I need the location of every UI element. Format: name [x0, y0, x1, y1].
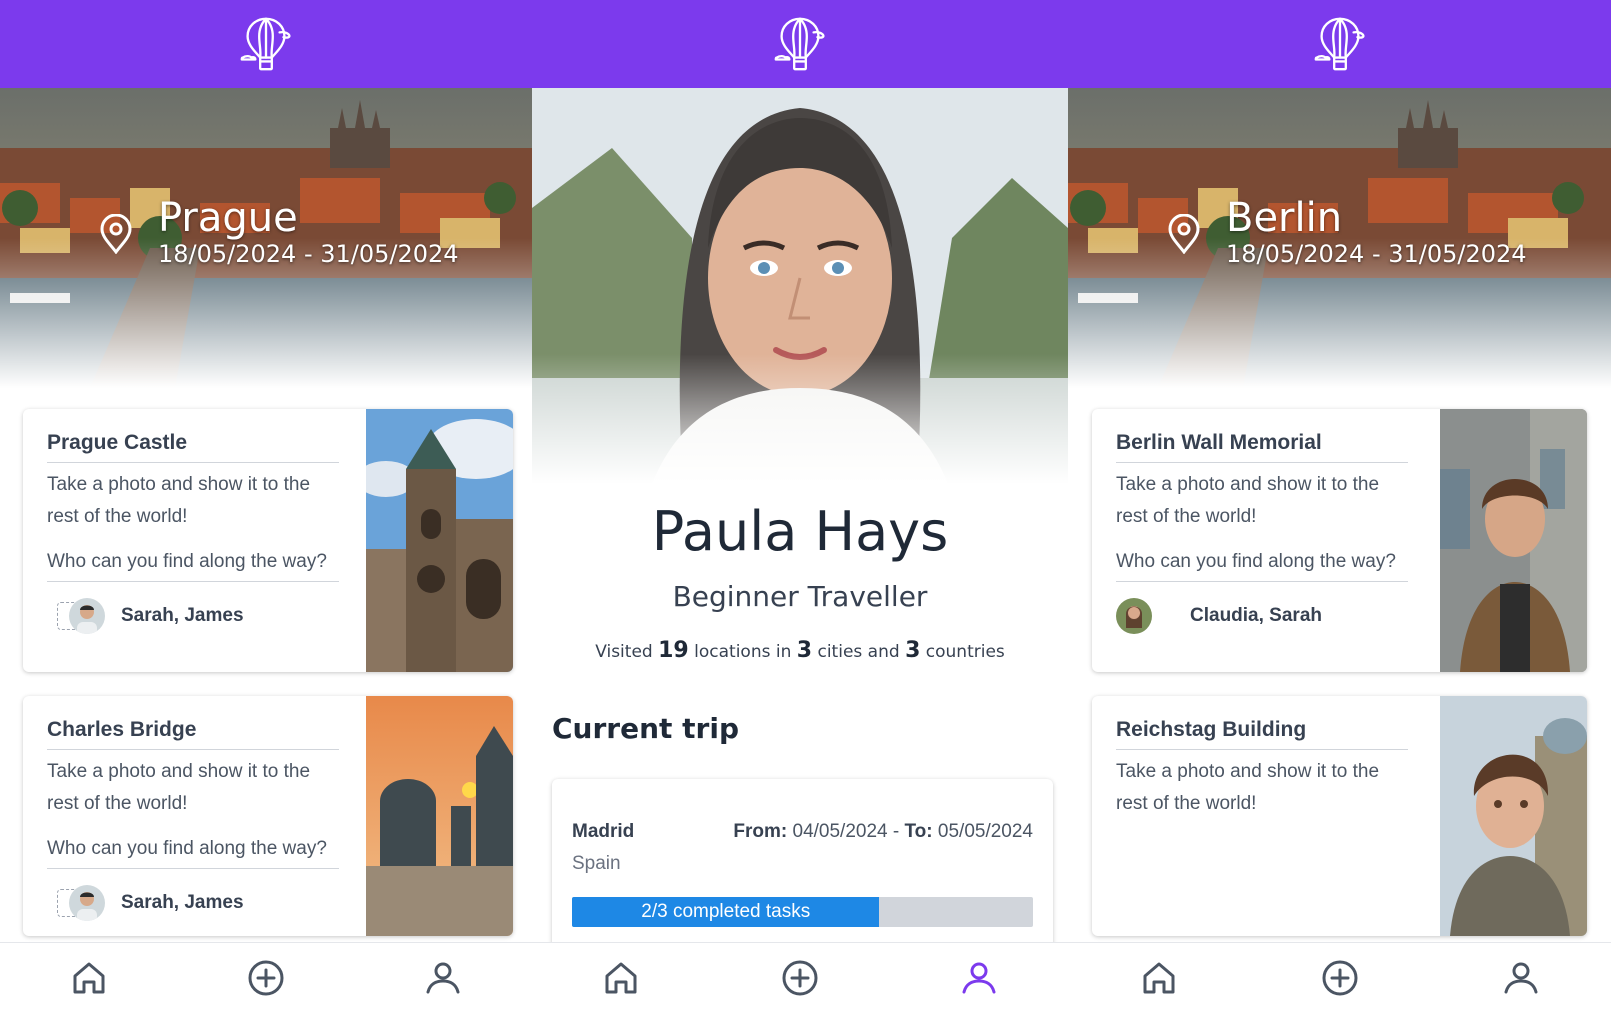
- activity-question: Who can you find along the way?: [1116, 551, 1408, 582]
- profile-icon: [1504, 962, 1537, 993]
- profile-name: Paula Hays: [651, 500, 949, 563]
- activity-title: Charles Bridge: [47, 718, 339, 750]
- home-icon: [1143, 962, 1174, 993]
- app-header: [532, 0, 1068, 88]
- avatar: [1116, 598, 1152, 634]
- stats-cities: 3: [796, 638, 813, 663]
- activity-card[interactable]: Charles Bridge Take a photo and show it …: [23, 696, 513, 936]
- to-label: To:: [904, 821, 933, 842]
- participants: Claudia, Sarah: [1116, 598, 1408, 634]
- cathedral-photo-icon: [366, 409, 513, 672]
- activity-card[interactable]: Berlin Wall Memorial Take a photo and sh…: [1092, 409, 1587, 672]
- activity-description: Take a photo and show it to the rest of …: [1116, 761, 1380, 814]
- nav-add-button[interactable]: [1318, 956, 1362, 1000]
- profile-stats: Visited 19 locations in 3 cities and 3 c…: [532, 638, 1068, 663]
- activity-photo: [366, 409, 513, 672]
- participants: Sarah, James: [47, 598, 339, 634]
- profile-icon: [962, 962, 996, 993]
- participant-names: Claudia, Sarah: [1190, 605, 1322, 626]
- date-separator: -: [892, 821, 900, 842]
- add-icon: [248, 960, 284, 995]
- activity-description: Take a photo and show it to the rest of …: [47, 474, 311, 527]
- reichstag-photo-icon: [1440, 696, 1587, 936]
- profile-level: Beginner Traveller: [672, 580, 928, 613]
- participant-names: Sarah, James: [121, 605, 244, 626]
- nav-add-button[interactable]: [244, 956, 288, 1000]
- stats-cities-label: cities and: [817, 642, 900, 662]
- balloon-logo-icon: [240, 17, 291, 71]
- activity-title: Reichstag Building: [1116, 718, 1408, 750]
- add-icon: [1322, 960, 1357, 995]
- current-trip-card[interactable]: Madrid Spain From: 04/05/2024 - To: 05/0…: [552, 779, 1053, 959]
- city-hero: Prague 18/05/2024 - 31/05/2024: [0, 88, 532, 388]
- balloon-logo-icon: [1314, 17, 1365, 71]
- trip-dates: 18/05/2024 - 31/05/2024: [158, 240, 459, 268]
- stats-locations-label: locations in: [694, 642, 792, 662]
- profile-icon: [426, 962, 460, 993]
- stats-countries-label: countries: [925, 642, 1005, 662]
- stats-prefix: Visited: [595, 642, 653, 662]
- bottom-nav: [0, 942, 532, 1012]
- activity-description: Take a photo and show it to the rest of …: [1116, 474, 1380, 527]
- berlin-screen: Berlin 18/05/2024 - 31/05/2024 Berlin Wa…: [1068, 0, 1611, 1012]
- from-date: 04/05/2024: [792, 821, 888, 842]
- berlin-wall-photo-icon: [1440, 409, 1587, 672]
- trip-country: Spain: [572, 853, 621, 874]
- profile-screen: Paula Hays Beginner Traveller Visited 19…: [532, 0, 1068, 1012]
- stats-locations: 19: [658, 638, 689, 663]
- activity-title: Berlin Wall Memorial: [1116, 431, 1408, 463]
- nav-profile-button[interactable]: [421, 956, 465, 1000]
- stats-countries: 3: [905, 638, 921, 663]
- location-pin-icon: [1168, 214, 1200, 254]
- nav-home-button[interactable]: [1137, 956, 1181, 1000]
- activity-question: Who can you find along the way?: [47, 838, 339, 869]
- trip-dates: 18/05/2024 - 31/05/2024: [1226, 240, 1527, 268]
- avatar: [69, 885, 105, 921]
- nav-add-button[interactable]: [778, 956, 822, 1000]
- activity-card[interactable]: Reichstag Building Take a photo and show…: [1092, 696, 1587, 936]
- profile-photo: [532, 88, 1068, 484]
- from-label: From:: [733, 821, 788, 842]
- activity-photo: [1440, 409, 1587, 672]
- nav-home-button[interactable]: [67, 956, 111, 1000]
- activity-description: Take a photo and show it to the rest of …: [47, 761, 311, 814]
- progress-fill: 2/3 completed tasks: [572, 897, 880, 927]
- city-title: Prague: [158, 195, 298, 241]
- app-header: [0, 0, 532, 88]
- city-hero: Berlin 18/05/2024 - 31/05/2024: [1068, 88, 1611, 388]
- bottom-nav: [532, 942, 1068, 1012]
- activity-photo: [366, 696, 513, 936]
- trip-city: Madrid: [572, 821, 635, 842]
- app-header: [1068, 0, 1611, 88]
- activity-question: Who can you find along the way?: [47, 551, 339, 582]
- balloon-logo-icon: [774, 17, 825, 71]
- trip-dates: From: 04/05/2024 - To: 05/05/2024: [733, 821, 1033, 843]
- activity-title: Prague Castle: [47, 431, 339, 463]
- to-date: 05/05/2024: [937, 821, 1033, 842]
- activity-card[interactable]: Prague Castle Take a photo and show it t…: [23, 409, 513, 672]
- prague-screen: Prague 18/05/2024 - 31/05/2024 Prague Ca…: [0, 0, 532, 1012]
- nav-home-button[interactable]: [599, 956, 643, 1000]
- current-trip-heading: Current trip: [552, 712, 739, 745]
- avatar: [69, 598, 105, 634]
- participants: Sarah, James: [47, 885, 339, 921]
- add-icon: [782, 960, 818, 995]
- nav-profile-button[interactable]: [1499, 956, 1543, 1000]
- city-title: Berlin: [1226, 195, 1343, 241]
- home-icon: [605, 962, 637, 993]
- activity-photo: [1440, 696, 1587, 936]
- home-icon: [73, 962, 105, 993]
- nav-profile-button[interactable]: [957, 956, 1001, 1000]
- bridge-sunset-photo-icon: [366, 696, 513, 936]
- bottom-nav: [1068, 942, 1611, 1012]
- participant-names: Sarah, James: [121, 892, 244, 913]
- task-progress-bar: 2/3 completed tasks: [572, 897, 1033, 927]
- location-pin-icon: [100, 214, 132, 254]
